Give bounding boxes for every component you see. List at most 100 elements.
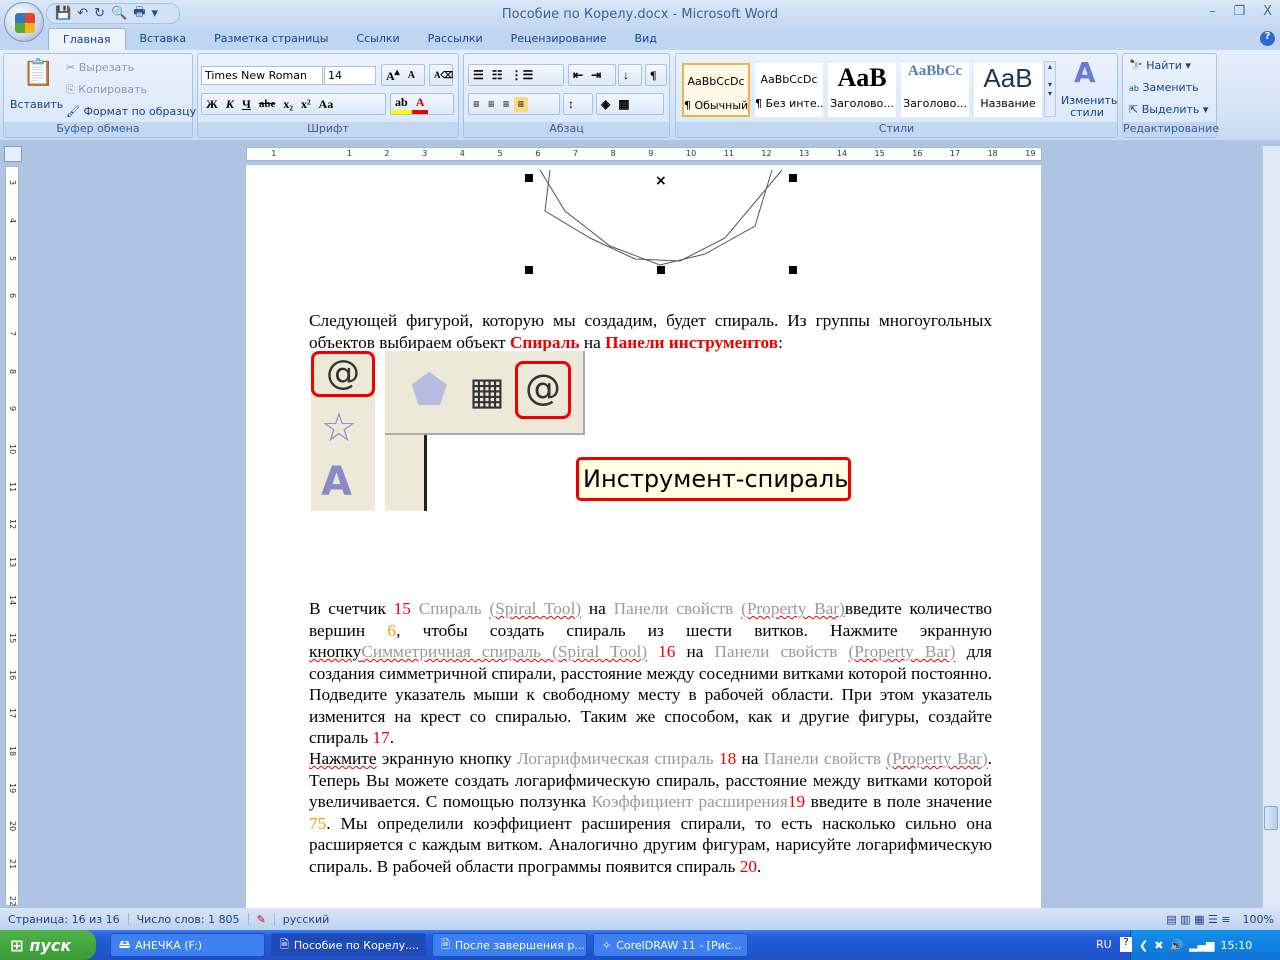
styled-text-run: Логарифмическая спираль [516, 749, 719, 768]
grow-shrink-font[interactable]: A▴ A [381, 64, 425, 86]
polygon-tool-icon[interactable]: ⬟ [411, 365, 448, 414]
ruler-tick: 12 [8, 519, 17, 530]
spiral-tool-icon[interactable]: @ [311, 351, 375, 397]
style-name: ¶ Обычный [684, 99, 749, 112]
change-case-button[interactable]: Aa [315, 97, 338, 112]
text-run: на [579, 332, 606, 352]
list-buttons[interactable]: ☰ ☷ ⋮☰ [468, 64, 564, 86]
ruler-tick: 11 [723, 149, 734, 158]
office-button[interactable] [4, 2, 44, 42]
tab-selector[interactable] [4, 146, 22, 162]
help-icon[interactable]: ? [1260, 31, 1275, 46]
zoom-level[interactable]: 100% [1237, 913, 1280, 926]
replace-button[interactable]: ab Заменить [1129, 81, 1199, 94]
help-tray-icon[interactable]: ? [1120, 937, 1132, 952]
text-run [647, 642, 658, 661]
language[interactable]: русский [275, 913, 338, 926]
bold-button[interactable]: Ж [202, 97, 222, 112]
minimize-button[interactable]: – [1209, 4, 1216, 19]
select-button[interactable]: ⇱ Выделить ▾ [1129, 103, 1208, 116]
spiral-flyout-icon[interactable]: @ [515, 361, 571, 419]
task-word-posobie[interactable]: 🗎 Пособие по Корелу.... [271, 933, 426, 957]
styled-text-run: кнопку [309, 642, 362, 661]
styled-text-run: 18 [718, 749, 737, 768]
tab-mailings[interactable]: Рассылки [414, 28, 497, 51]
ruler-tick: 4 [8, 217, 17, 223]
styled-text-run: 16 [658, 642, 676, 661]
font-size-select[interactable]: 14 [324, 66, 376, 85]
word-count[interactable]: Число слов: 1 805 [129, 912, 249, 926]
corel-toolbox-screenshot: @ ☆ A ⬟ ▦ @ [311, 351, 586, 511]
style-normal[interactable]: AaBbCcDc ¶ Обычный [682, 63, 750, 117]
vertical-ruler[interactable]: 3 4 5 6 7 8 9 10 11 12 13 14 15 16 17 18 19 20 21 22 [5, 166, 19, 907]
ruler-tick: 6 [8, 293, 17, 299]
clear-format-button[interactable]: A⌫ [429, 64, 453, 86]
highlight-icon[interactable]: ab [391, 95, 412, 114]
subscript-button[interactable]: x₂ [279, 97, 297, 112]
style-title[interactable]: AaB Название [974, 63, 1042, 117]
ruler-tick: 1 [346, 149, 352, 158]
scrollbar-thumb[interactable] [1264, 806, 1278, 830]
shading-border-buttons[interactable]: ◈ ▦ [596, 93, 664, 115]
style-heading-1[interactable]: AaB Заголово... [828, 63, 896, 117]
indent-buttons[interactable]: ⇤ ⇥ [568, 64, 616, 86]
task-drive[interactable]: 🖴 АНЕЧКА (F:) [110, 933, 265, 957]
format-painter-button[interactable]: 🖌 Формат по образцу [66, 105, 196, 118]
style-sample: AaB [837, 63, 887, 92]
task-coreldraw[interactable]: ✧ CorelDRAW 11 - [Рис... [593, 933, 748, 957]
sort-button[interactable]: ↓ [618, 64, 642, 86]
close-button[interactable]: X [1263, 4, 1272, 19]
task-word-posle[interactable]: 🗎 После завершения р... [432, 933, 587, 957]
align-buttons[interactable]: ≡ ≡ ≡ ≡ [468, 93, 560, 115]
font-name-select[interactable]: Times New Roman [201, 66, 323, 85]
font-color-icon[interactable]: A [411, 95, 429, 114]
superscript-button[interactable]: x² [297, 97, 315, 112]
text-run: . Мы определили коэффициент расширения с… [309, 813, 992, 876]
paste-icon[interactable]: 📋 [22, 58, 54, 88]
style-no-spacing[interactable]: AaBbCcDc ¶ Без инте... [755, 63, 823, 117]
ruler-tick: 5 [8, 255, 17, 261]
tooltip-spiral-tool: Инструмент-спираль [576, 457, 851, 501]
tab-review[interactable]: Рецензирование [497, 28, 621, 51]
view-buttons[interactable]: ▤ ▥ ▦ ☰ ≡ [1160, 913, 1236, 926]
tab-page-layout[interactable]: Разметка страницы [200, 28, 342, 51]
volume-icon[interactable]: 🔊 [1169, 939, 1183, 952]
graph-paper-tool-icon[interactable]: ▦ [469, 369, 505, 413]
tab-references[interactable]: Ссылки [342, 28, 413, 51]
ruler-tick: 8 [8, 368, 17, 374]
tab-insert[interactable]: Вставка [126, 28, 201, 51]
page-count[interactable]: Страница: 16 из 16 [0, 912, 129, 926]
strikethrough-button[interactable]: abe [255, 98, 280, 110]
copy-button[interactable]: ⎘ Копировать [66, 83, 147, 97]
show-marks-button[interactable]: ¶ [645, 64, 667, 86]
copy-label: Копировать [78, 83, 148, 96]
tray-expand-icon[interactable]: ❮ [1139, 939, 1148, 952]
styles-scroll[interactable]: ▴ ▾ ▾ [1044, 61, 1056, 117]
ruler-tick: 3 [422, 149, 428, 158]
tab-home[interactable]: Главная [48, 28, 126, 51]
network-signal-icon[interactable]: ▂▄▆ [1189, 939, 1214, 952]
ruler-tick: 1 [271, 149, 277, 158]
tab-view[interactable]: Вид [621, 28, 671, 51]
spellcheck-icon[interactable]: ✎ [249, 912, 275, 926]
antivirus-icon[interactable]: ✖ [1154, 939, 1163, 952]
system-tray: ❮ ✖ 🔊 ▂▄▆ 15:10 [1130, 930, 1280, 960]
find-button[interactable]: 🔭 Найти ▾ [1129, 59, 1191, 72]
style-heading-2[interactable]: AaBbCc Заголово... [901, 63, 969, 117]
line-spacing-button[interactable]: ↕ [563, 93, 593, 115]
change-styles-icon: A [1074, 56, 1096, 89]
start-button[interactable]: ⊞ пуск [0, 930, 96, 960]
paste-button[interactable]: Вставить [10, 98, 63, 111]
maximize-button[interactable]: ❐ [1233, 4, 1245, 19]
horizontal-ruler[interactable]: 1 1 2 3 4 5 6 7 8 9 10 11 12 13 14 15 16 17 18 19 [246, 147, 1042, 161]
underline-button[interactable]: Ч [238, 97, 255, 112]
ruler-tick: 17 [949, 149, 961, 158]
star-tool-icon[interactable]: ☆ [321, 405, 357, 451]
text-tool-icon[interactable]: A [321, 459, 352, 505]
change-styles-button[interactable]: Изменить стили [1061, 95, 1117, 119]
cut-button[interactable]: ✂ Вырезать [66, 61, 134, 74]
vertical-scrollbar[interactable] [1262, 146, 1280, 908]
style-sample: AaB [983, 63, 1033, 93]
input-language[interactable]: RU [1096, 938, 1112, 951]
italic-button[interactable]: К [222, 97, 238, 112]
